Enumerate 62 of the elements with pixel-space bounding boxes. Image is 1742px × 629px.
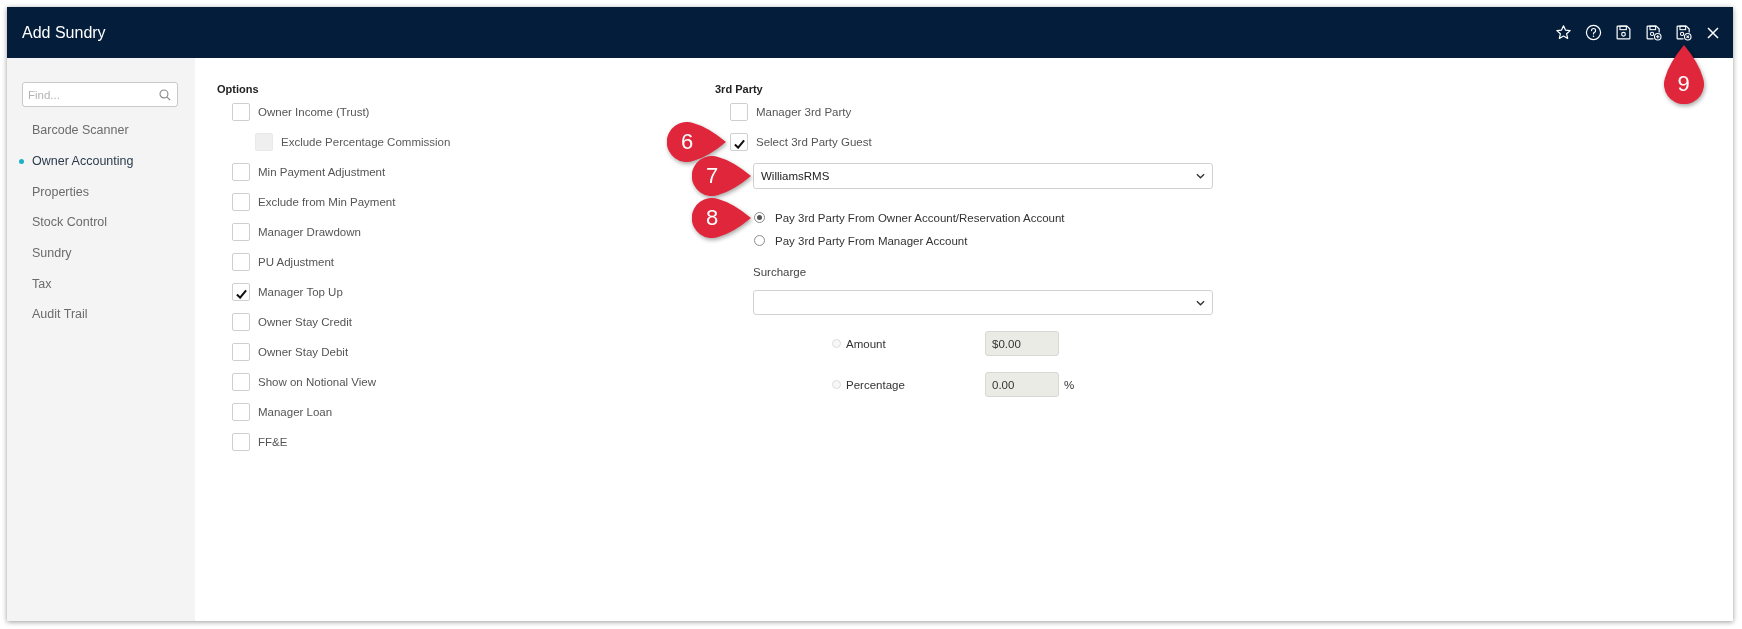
checkbox[interactable] <box>232 103 250 121</box>
sidebar-item[interactable]: Sundry <box>7 237 195 269</box>
sidebar-item[interactable]: Audit Trail <box>7 299 195 330</box>
checkbox-label: Exclude from Min Payment <box>258 196 396 208</box>
guest-dropdown[interactable]: WilliamsRMS <box>753 163 1213 189</box>
help-icon[interactable] <box>1585 24 1602 41</box>
checkbox[interactable] <box>730 103 748 121</box>
checkbox[interactable] <box>232 253 250 271</box>
chevron-down-icon <box>1196 173 1205 179</box>
sidebar-item[interactable]: Stock Control <box>7 207 195 238</box>
window-title: Add Sundry <box>22 23 106 42</box>
checkbox[interactable] <box>232 343 250 361</box>
checkbox[interactable] <box>232 223 250 241</box>
sidebar-item[interactable]: Barcode Scanner <box>7 115 195 146</box>
checkbox[interactable] <box>232 283 250 301</box>
checkbox[interactable] <box>232 163 250 181</box>
check-icon <box>733 138 745 149</box>
check-icon <box>235 288 247 299</box>
floppy-disk-x-icon[interactable] <box>1675 24 1692 41</box>
unit-label: % <box>1064 378 1075 391</box>
checkbox-label: Manager 3rd Party <box>756 106 852 118</box>
radio-label: Pay 3rd Party From Manager Account <box>775 234 968 247</box>
callout-marker: 7 <box>692 156 751 196</box>
checkbox-label: Show on Notional View <box>258 376 377 388</box>
radio-label: Percentage <box>846 378 905 391</box>
radio-button[interactable] <box>754 212 765 223</box>
chevron-down-icon <box>1196 299 1205 306</box>
checkbox-label: FF&E <box>258 436 288 448</box>
field-label: Surcharge <box>753 265 808 280</box>
callout-marker: 9 <box>1663 45 1704 104</box>
radio-button[interactable] <box>754 235 765 246</box>
checkbox-label: Owner Income (Trust) <box>258 106 370 118</box>
checkbox[interactable] <box>232 433 250 451</box>
close-icon[interactable] <box>1707 26 1719 39</box>
star-icon[interactable] <box>1555 24 1572 41</box>
section-title: 3rd Party <box>715 82 764 97</box>
radio-label: Pay 3rd Party From Owner Account/Reservation Account <box>775 211 1065 224</box>
surcharge-dropdown[interactable] <box>753 290 1213 315</box>
checkbox-label: Manager Loan <box>258 406 333 418</box>
checkbox[interactable] <box>730 133 748 151</box>
checkbox-label: Min Payment Adjustment <box>258 166 386 178</box>
checkbox[interactable] <box>232 193 250 211</box>
section-title: Options <box>217 82 260 97</box>
checkbox-label: Select 3rd Party Guest <box>756 136 872 148</box>
bullet-icon <box>19 158 24 164</box>
sidebar-item[interactable]: Tax <box>7 268 195 300</box>
callout-marker: 6 <box>667 122 726 162</box>
search-icon <box>159 88 171 101</box>
radio-label: Amount <box>846 337 886 350</box>
checkbox-label: PU Adjustment <box>258 256 335 268</box>
sidebar-item[interactable]: Owner Accounting <box>7 145 195 177</box>
checkbox-label: Exclude Percentage Commission <box>281 136 451 148</box>
checkbox-label: Owner Stay Debit <box>258 346 349 358</box>
checkbox-label: Manager Top Up <box>258 286 343 298</box>
checkbox[interactable] <box>232 373 250 391</box>
floppy-disk-plus-icon[interactable] <box>1645 24 1662 41</box>
checkbox[interactable] <box>232 313 250 331</box>
checkbox-label: Manager Drawdown <box>258 226 361 238</box>
checkbox-label: Owner Stay Credit <box>258 316 352 328</box>
sidebar-item[interactable]: Properties <box>7 176 195 208</box>
callout-marker: 8 <box>692 197 751 238</box>
checkbox[interactable] <box>232 403 250 421</box>
